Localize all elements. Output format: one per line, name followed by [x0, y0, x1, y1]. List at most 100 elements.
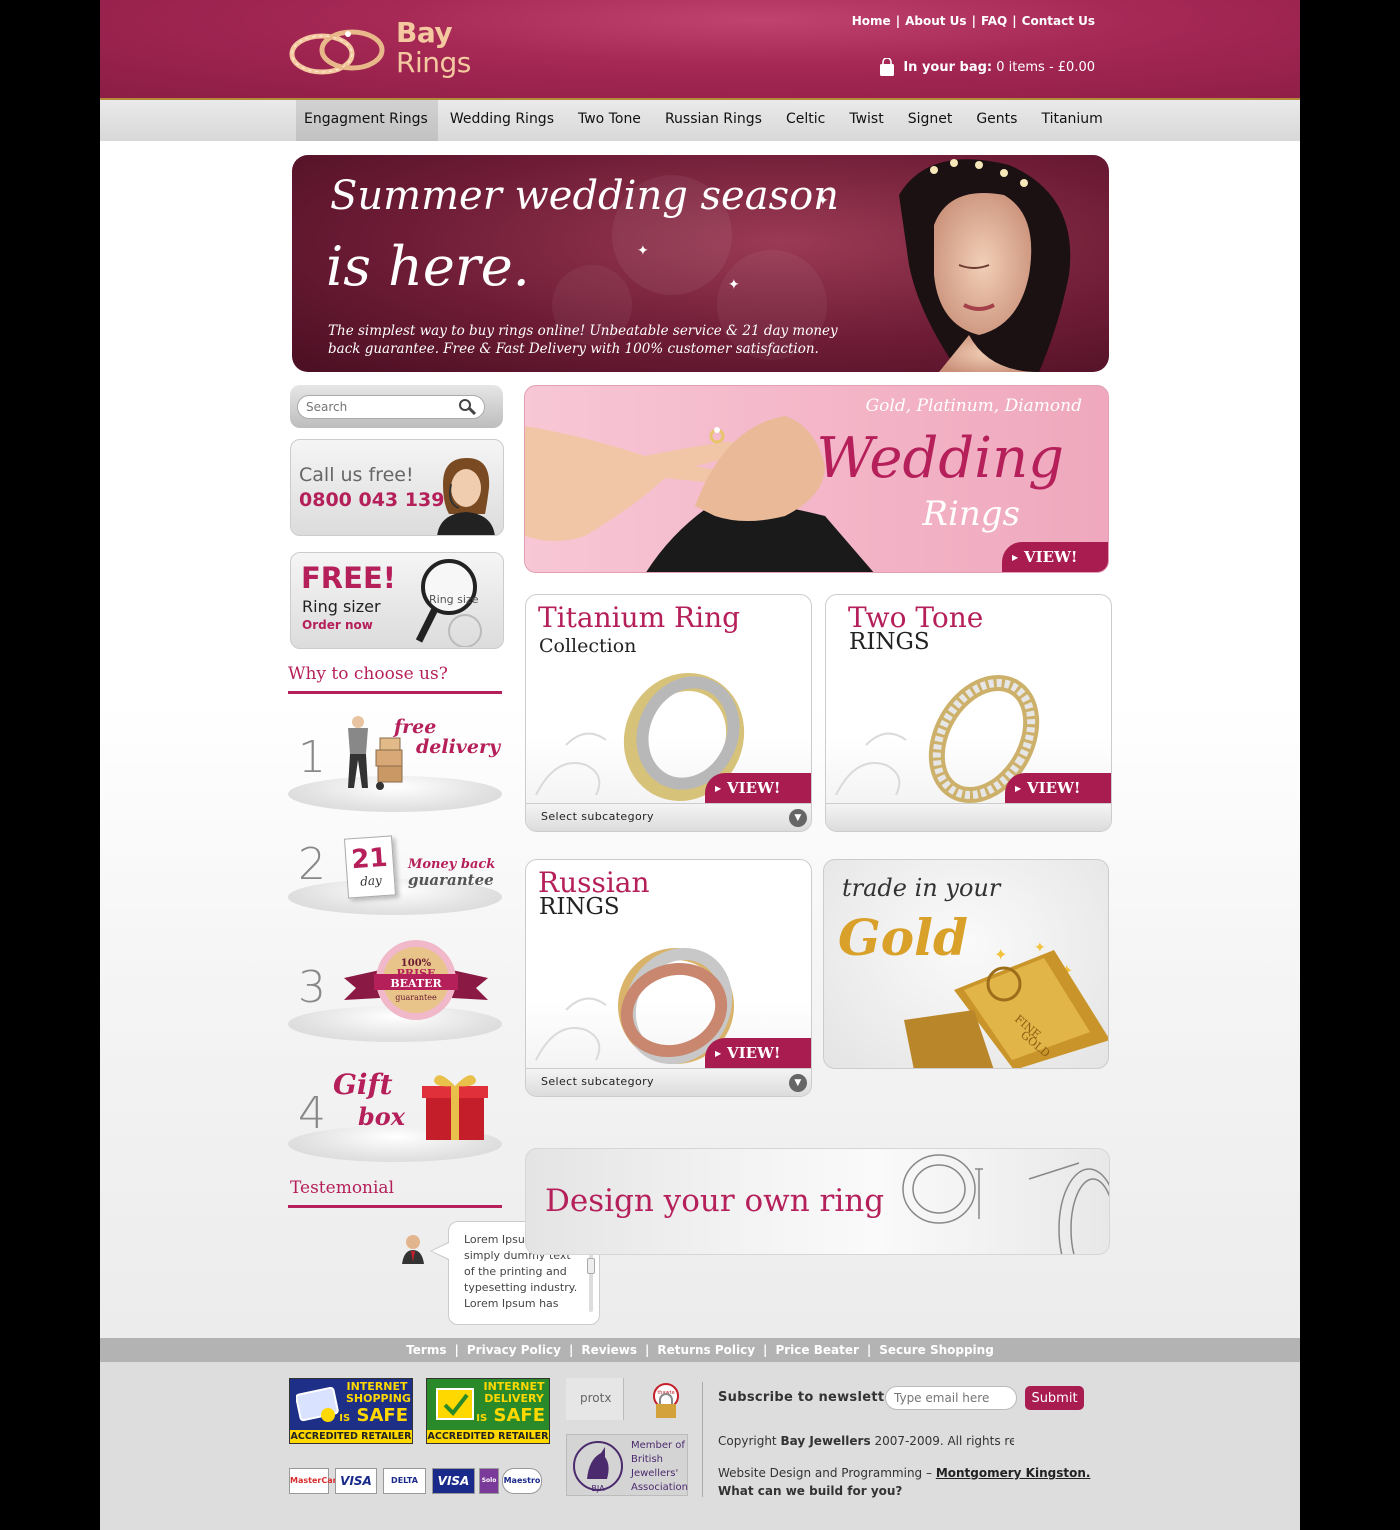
why-item-free-delivery: 1 free delivery [288, 712, 502, 812]
why-free-label: free [394, 716, 437, 738]
top-link-faq[interactable]: FAQ [981, 14, 1007, 28]
gift-box-icon [422, 1075, 488, 1140]
order-now-link[interactable]: Order now [302, 618, 373, 632]
wedding-rings-banner[interactable]: Gold, Platinum, Diamond Wedding Rings VI… [524, 385, 1109, 573]
why-item-price-beater: 3 100% PRISE BEATER guarantee [288, 938, 502, 1042]
nav-item-signet[interactable]: Signet [896, 100, 965, 141]
footer-link-secure-shopping[interactable]: Secure Shopping [879, 1343, 994, 1357]
why-item-number: 1 [298, 732, 326, 783]
russian-view-button[interactable]: VIEW! [705, 1038, 811, 1068]
russian-ring-card[interactable]: Russian RINGS VIEW! Select subcategory ▼ [525, 859, 812, 1097]
why-choose-us-heading: Why to choose us? [288, 664, 502, 694]
bride-photo [899, 159, 1071, 372]
badge-line: DELIVERY [484, 1392, 544, 1405]
chevron-down-icon: ▼ [789, 809, 807, 827]
footer-links: Terms | Privacy Policy | Reviews | Returns Pol… [100, 1338, 1300, 1362]
nav-item-celtic[interactable]: Celtic [774, 100, 837, 141]
titanium-view-button[interactable]: VIEW! [705, 773, 811, 803]
testimonial-heading: Testemonial [288, 1178, 502, 1208]
logo[interactable]: Bay Rings [288, 16, 488, 86]
why-gift-label: Gift [333, 1068, 393, 1101]
ring-size-text: Ring size [429, 593, 479, 606]
titanium-ring-card[interactable]: Titanium Ring Collection VIEW! Select su… [525, 594, 812, 832]
wedding-subtitle: Rings [922, 494, 1020, 534]
newsletter-email-input[interactable] [885, 1386, 1017, 1410]
russian-subcategory-select[interactable]: Select subcategory ▼ [526, 1068, 811, 1096]
free-label: FREE! [301, 561, 396, 595]
search-icon[interactable] [458, 399, 476, 415]
brand-name-line1: Bay [396, 16, 453, 49]
wedding-view-button[interactable]: VIEW! [1002, 542, 1108, 572]
bag-label: In your bag: [903, 59, 993, 75]
nav-item-gents[interactable]: Gents [964, 100, 1029, 141]
solo-icon: Solo [479, 1468, 499, 1494]
design-your-own-ring-banner[interactable]: Design your own ring [525, 1148, 1110, 1255]
why-money-back-label: Money back [408, 857, 496, 872]
scrollbar-thumb[interactable] [587, 1258, 595, 1274]
footer-link-returns[interactable]: Returns Policy [657, 1343, 755, 1357]
why-item-number: 4 [298, 1088, 326, 1139]
safe-shopping-badge[interactable]: INTERNET SHOPPING IS SAFE ACCREDITED RETA… [289, 1378, 413, 1444]
top-link-home[interactable]: Home [852, 14, 891, 28]
ring-sizer-title: Ring sizer [302, 597, 381, 616]
nav-item-twist[interactable]: Twist [837, 100, 895, 141]
main-nav: Engagment Rings Wedding Rings Two Tone R… [100, 100, 1300, 141]
badge-bottom: ACCREDITED RETAILER [290, 1430, 412, 1443]
badge-guarantee: guarantee [395, 993, 437, 1002]
two-tone-subtitle: RINGS [849, 629, 930, 655]
design-credit: Website Design and Programming – Montgom… [718, 1464, 1090, 1500]
two-tone-view-button[interactable]: VIEW! [1005, 773, 1111, 803]
footer-link-privacy[interactable]: Privacy Policy [467, 1343, 561, 1357]
titanium-subcategory-select[interactable]: Select subcategory ▼ [526, 803, 811, 831]
top-links: Home | About Us | FAQ | Contact Us [851, 14, 1095, 28]
badge-safe: SAFE [356, 1405, 409, 1426]
subcategory-select-label: Select subcategory [541, 1075, 654, 1088]
badge-is: IS [339, 1413, 351, 1424]
footer-link-terms[interactable]: Terms [406, 1343, 446, 1357]
footer-link-reviews[interactable]: Reviews [581, 1343, 637, 1357]
safe-delivery-badge[interactable]: INTERNET DELIVERY IS SAFE ACCREDITED RETA… [426, 1378, 550, 1444]
trade-in-gold-card[interactable]: trade in your Gold ✦ ✦ ✦ FINE GOLD [823, 859, 1109, 1069]
top-link-contact[interactable]: Contact Us [1022, 14, 1095, 28]
call-us-card[interactable]: Call us free! 0800 043 1390 [290, 439, 504, 536]
top-link-about[interactable]: About Us [905, 14, 966, 28]
newsletter-label: Subscribe to newsletter [718, 1390, 901, 1405]
why-item-money-back: 2 21 day Money back guarantee [288, 815, 502, 915]
nav-item-titanium[interactable]: Titanium [1029, 100, 1114, 141]
newsletter-submit-button[interactable]: Submit [1025, 1386, 1084, 1410]
nav-item-two-tone[interactable]: Two Tone [566, 100, 653, 141]
magnifying-glass-icon: Ring size [415, 559, 482, 647]
gold-bars-image: ✦ ✦ ✦ FINE GOLD [904, 940, 1108, 1068]
sparkle-icon: ✦ [728, 277, 740, 293]
delivery-check-icon [436, 1388, 474, 1420]
site-footer: INTERNET SHOPPING IS SAFE ACCREDITED RETA… [100, 1362, 1300, 1530]
nav-item-russian-rings[interactable]: Russian Rings [653, 100, 774, 141]
nav-item-wedding-rings[interactable]: Wedding Rings [438, 100, 566, 141]
protx-logo: protx [566, 1378, 624, 1420]
why-guarantee-label: guarantee [408, 871, 494, 889]
footer-link-price-beater[interactable]: Price Beater [775, 1343, 858, 1357]
hero-headline-line1: Summer wedding season [330, 173, 839, 219]
bja-member-badge: BJA Member of British Jewellers' Associa… [566, 1434, 688, 1496]
credit-question: What can we build for you? [718, 1484, 903, 1498]
bja-abbr: BJA [591, 1484, 605, 1493]
shopping-bag[interactable]: In your bag: 0 items - £0.00 [879, 58, 1095, 76]
calendar-icon: 21 day [343, 835, 397, 899]
credit-link[interactable]: Montgomery Kingston. [936, 1466, 1091, 1480]
two-tone-ring-card[interactable]: Two Tone RINGS VIEW! [825, 594, 1112, 832]
titanium-title: Titanium Ring [538, 601, 741, 634]
price-beater-badge-icon: 100% PRISE BEATER guarantee [344, 940, 488, 1020]
chevron-down-icon: ▼ [789, 1074, 807, 1092]
two-tone-footer-bar [826, 803, 1111, 831]
credit-prefix: Website Design and Programming – [718, 1466, 932, 1480]
design-title: Design your own ring [545, 1183, 885, 1219]
hero-headline-line2: is here. [326, 235, 530, 298]
hero-banner[interactable]: Summer wedding season is here. The simpl… [292, 155, 1109, 372]
search-input[interactable] [297, 395, 485, 419]
badge-line: SHOPPING [346, 1392, 411, 1405]
nav-item-engagement-rings[interactable]: Engagment Rings [296, 100, 438, 141]
calendar-number: 21 [350, 842, 389, 876]
ring-sizer-card[interactable]: FREE! Ring sizer Order now Ring size [290, 552, 504, 649]
hero-subtext: The simplest way to buy rings online! Un… [328, 323, 838, 357]
subcategory-select-label: Select subcategory [541, 810, 654, 823]
